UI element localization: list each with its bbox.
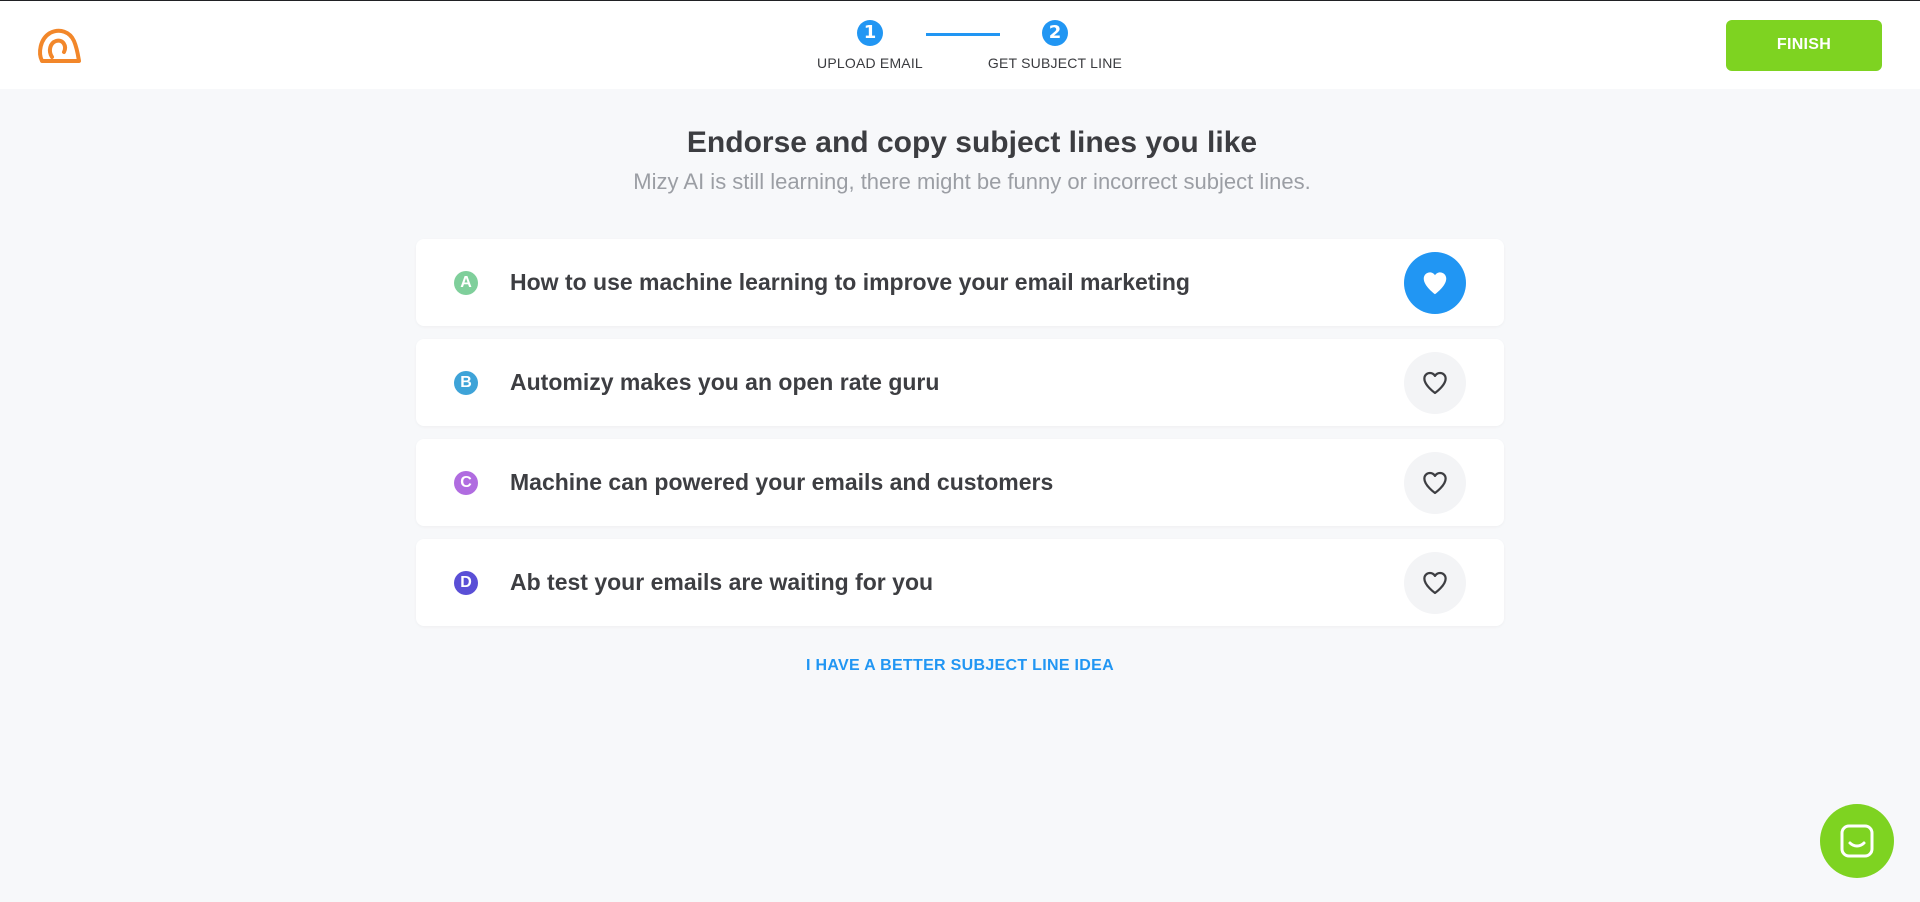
subject-line-text: Machine can powered your emails and cust… [510, 469, 1054, 495]
subject-letter-badge: A [454, 271, 478, 295]
progress-stepper: 1 UPLOAD EMAIL 2 GET SUBJECT LINE [0, 20, 1920, 80]
finish-button[interactable]: FINISH [1726, 20, 1882, 71]
subject-letter-badge: B [454, 371, 478, 395]
subject-line-text: Automizy makes you an open rate guru [510, 369, 940, 395]
top-bar: 1 UPLOAD EMAIL 2 GET SUBJECT LINE FINISH [0, 1, 1920, 89]
subject-line-card-d: D Ab test your emails are waiting for yo… [416, 539, 1504, 626]
subject-line-text: How to use machine learning to improve y… [510, 269, 1190, 295]
heart-icon [1423, 272, 1447, 295]
like-button[interactable] [1404, 352, 1466, 414]
step-number: 2 [1042, 20, 1068, 46]
like-button[interactable] [1404, 452, 1466, 514]
chat-launcher-button[interactable] [1820, 804, 1894, 878]
heart-icon [1423, 371, 1447, 395]
subject-letter-badge: C [454, 471, 478, 495]
step-get-subject-line: 2 GET SUBJECT LINE [982, 20, 1128, 71]
subject-line-card-c: C Machine can powered your emails and cu… [416, 439, 1504, 526]
page-subtitle: Mizy AI is still learning, there might b… [633, 169, 1311, 194]
step-number: 1 [857, 20, 883, 46]
subject-line-card-a: A How to use machine learning to improve… [416, 239, 1504, 326]
subject-line-card-b: B Automizy makes you an open rate guru [416, 339, 1504, 426]
heart-icon [1423, 571, 1447, 595]
subject-letter-badge: D [454, 571, 478, 595]
like-button[interactable] [1404, 252, 1466, 314]
better-subject-line-link[interactable]: I HAVE A BETTER SUBJECT LINE IDEA [0, 657, 1920, 675]
page-title: Endorse and copy subject lines you like [686, 126, 1258, 159]
chat-icon [1840, 824, 1874, 858]
step-label: UPLOAD EMAIL [817, 55, 923, 71]
step-label: GET SUBJECT LINE [987, 55, 1123, 71]
heart-icon [1423, 471, 1447, 495]
step-upload-email: 1 UPLOAD EMAIL [808, 20, 932, 71]
subject-line-text: Ab test your emails are waiting for you [510, 569, 934, 595]
like-button[interactable] [1404, 552, 1466, 614]
